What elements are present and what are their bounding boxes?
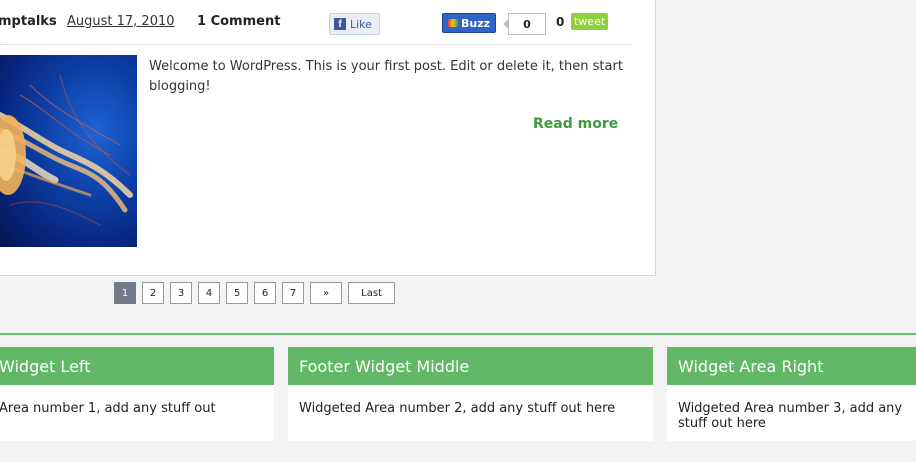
footer-widget-right: Widget Area Right Widgeted Area number 3… (667, 347, 916, 441)
tweet-button[interactable]: tweet (571, 13, 609, 30)
pagination: 1 2 3 4 5 6 7 » Last (114, 282, 395, 304)
post-excerpt: Welcome to WordPress. This is your first… (149, 59, 623, 94)
widget-body: Area number 1, add any stuff out (0, 401, 216, 416)
last-page-button[interactable]: Last (348, 282, 395, 304)
page-5-button[interactable]: 5 (226, 282, 248, 304)
buzz-button[interactable]: Buzz (442, 13, 497, 33)
page-7-button[interactable]: 7 (282, 282, 304, 304)
page-3-button[interactable]: 3 (170, 282, 192, 304)
facebook-like-label: Like (350, 17, 372, 31)
widget-title: Footer Widget Middle (288, 347, 653, 385)
footer-widget-middle: Footer Widget Middle Widgeted Area numbe… (288, 347, 653, 441)
widget-body: Widgeted Area number 3, add any stuff ou… (678, 401, 903, 431)
buzz-count: 0 (503, 13, 546, 35)
page-6-button[interactable]: 6 (254, 282, 276, 304)
page-4-button[interactable]: 4 (198, 282, 220, 304)
footer-divider (0, 333, 916, 335)
jellyfish-icon (0, 74, 133, 226)
meta-divider (0, 44, 632, 45)
page-1-button[interactable]: 1 (114, 282, 136, 304)
page-2-button[interactable]: 2 (142, 282, 164, 304)
next-page-button[interactable]: » (310, 282, 343, 304)
read-more-link[interactable]: Read more (533, 116, 618, 132)
footer-widget-left: Widget Left Area number 1, add any stuff… (0, 347, 274, 441)
post-date[interactable]: August 17, 2010 (67, 14, 175, 29)
buzz-icon (448, 19, 458, 27)
widget-title: Widget Area Right (667, 347, 916, 385)
post-meta: mptalks August 17, 2010 1 Comment f Like… (0, 10, 916, 38)
widget-body: Widgeted Area number 2, add any stuff ou… (299, 401, 616, 416)
facebook-like-button[interactable]: f Like (329, 13, 380, 35)
post-thumbnail[interactable] (0, 55, 137, 247)
post-author[interactable]: mptalks (0, 14, 57, 29)
widget-title: Widget Left (0, 347, 274, 385)
post-comments-link[interactable]: 1 Comment (197, 14, 280, 29)
tweet-count: 0 (556, 15, 565, 29)
buzz-label: Buzz (461, 16, 491, 30)
facebook-icon: f (334, 18, 346, 30)
